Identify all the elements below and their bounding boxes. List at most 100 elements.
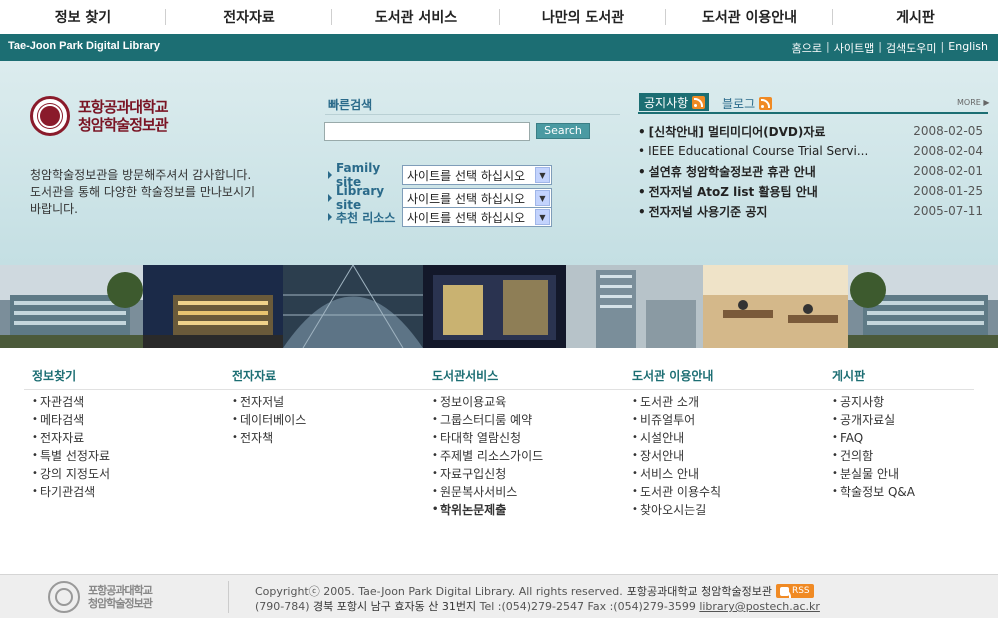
quick-search-input[interactable] [324,122,530,141]
util-sitemap-link[interactable]: 사이트맵 [834,40,874,56]
notice-title: 전자저널 사용기준 공지 [638,203,878,220]
campus-building-photo [848,265,998,348]
rss-icon [779,586,791,598]
sitemap-link[interactable]: 서비스 안내 [632,465,812,483]
email-link[interactable]: library@postech.ac.kr [699,600,820,613]
sitemap-link[interactable]: 원문복사서비스 [432,483,612,501]
postal-code: (790-784) [255,600,310,613]
rss-icon[interactable] [692,95,706,109]
sitemap-heading[interactable]: 정보찾기 [32,365,212,387]
notice-item[interactable]: 설연휴 청암학술정보관 휴관 안내 2008-02-01 [638,161,983,181]
nav-library-services[interactable]: 도서관 서비스 [332,0,500,34]
sitemap-column: 정보찾기자관검색메타검색전자자료특별 선정자료강의 지정도서타기관검색 [32,365,212,501]
sitemap-link[interactable]: 비쥬얼투어 [632,411,812,429]
sitemap-link[interactable]: 도서관 소개 [632,393,812,411]
util-home-link[interactable]: 홈으로 [792,40,822,56]
sitemap-column: 도서관 이용안내도서관 소개비쥬얼투어시설안내장서안내서비스 안내도서관 이용수… [632,365,812,519]
sitemap-link[interactable]: 도서관 이용수칙 [632,483,812,501]
notice-date: 2005-07-11 [913,204,983,218]
phone-fax: Tel :(054)279-2547 Fax :(054)279-3599 [479,600,696,613]
sitemap-column: 게시판공지사항공개자료실FAQ건의함분실물 안내학술정보 Q&A [832,365,998,501]
chevron-down-icon: ▼ [535,209,550,225]
sitemap-link[interactable]: 특별 선정자료 [32,447,212,465]
rss-badge[interactable]: RSS [775,584,814,598]
utility-links: 홈으로 | 사이트맵 | 검색도우미 | English [792,40,988,56]
nav-library-guide[interactable]: 도서관 이용안내 [666,0,833,34]
notice-item[interactable]: IEEE Educational Course Trial Servi... 20… [638,141,983,161]
sitemap-link[interactable]: 전자자료 [32,429,212,447]
notice-title: IEEE Educational Course Trial Servi... [638,144,878,158]
sitemap-link[interactable]: 학술정보 Q&A [832,483,998,501]
quick-search-title: 빠른검색 [328,98,373,112]
tower-building-photo [566,265,703,348]
brand-bar: Tae-Joon Park Digital Library 홈으로 | 사이트맵… [0,34,998,61]
sitemap-link[interactable]: 자료구입신청 [432,465,612,483]
notice-item[interactable]: [신착안내] 멀티미디어(DVD)자료 2008-02-05 [638,121,983,141]
nav-board[interactable]: 게시판 [833,0,998,34]
util-separator: | [940,40,945,53]
sitemap-link[interactable]: 메타검색 [32,411,212,429]
sitemap-link[interactable]: 공지사항 [832,393,998,411]
sitemap-heading[interactable]: 전자자료 [232,365,412,387]
sitemap-link[interactable]: 시설안내 [632,429,812,447]
notice-title: 설연휴 청암학술정보관 휴관 안내 [638,163,878,180]
chevron-down-icon: ▼ [535,190,550,206]
sitemap-link[interactable]: 강의 지정도서 [32,465,212,483]
sitemap-column: 전자자료전자저널데이터베이스전자책 [232,365,412,447]
select-value: 사이트를 선택 하십시오 [407,168,526,183]
sitemap-link[interactable]: 찾아오시는길 [632,501,812,519]
sitemap-link[interactable]: 타대학 열람신청 [432,429,612,447]
notice-item[interactable]: 전자저널 사용기준 공지 2005-07-11 [638,201,983,221]
search-button[interactable]: Search [536,123,590,139]
nav-e-resources[interactable]: 전자자료 [166,0,332,34]
sitemap-link[interactable]: 정보이용교육 [432,393,612,411]
library-logo[interactable]: 포항공과대학교 청암학술정보관 [30,94,190,138]
campus-photo-strip [0,265,998,348]
select-value: 사이트를 선택 하십시오 [407,210,526,225]
sitemap-link[interactable]: 주제별 리소스가이드 [432,447,612,465]
nav-my-library[interactable]: 나만의 도서관 [500,0,666,34]
sitemap-heading[interactable]: 도서관서비스 [432,365,612,387]
sitemap-link[interactable]: 타기관검색 [32,483,212,501]
util-search-help-link[interactable]: 검색도우미 [886,40,937,56]
sitemap-link[interactable]: 데이터베이스 [232,411,412,429]
copyright-org: 포항공과대학교 청암학술정보관 [626,585,772,598]
rss-icon[interactable] [759,96,773,110]
welcome-line: 청암학술정보관을 방문해주셔서 감사합니다. [30,168,252,182]
notice-date: 2008-02-04 [913,144,983,158]
more-link[interactable]: MORE ▶ [957,98,990,107]
sitemap-link[interactable]: 건의함 [832,447,998,465]
chevron-down-icon: ▼ [535,167,550,183]
hero-panel: 포항공과대학교 청암학술정보관 청암학술정보관을 방문해주셔서 감사합니다. 도… [0,61,998,265]
util-english-link[interactable]: English [948,40,988,56]
sitemap-link[interactable]: 전자책 [232,429,412,447]
footer: 포항공과대학교 청암학술정보관 Copyrightⓒ 2005. Tae-Joo… [0,574,998,618]
sitemap-link[interactable]: 학위논문제출 [432,501,612,519]
sitemap-link[interactable]: FAQ [832,429,998,447]
logo-university-name: 포항공과대학교 [78,98,169,116]
university-seal-icon [30,96,70,136]
notice-item[interactable]: 전자저널 AtoZ list 활용팁 안내 2008-01-25 [638,181,983,201]
logo-library-name: 청암학술정보관 [78,116,169,134]
arrow-right-icon [328,171,332,179]
sitemap-link[interactable]: 자관검색 [32,393,212,411]
sitemap-link[interactable]: 분실물 안내 [832,465,998,483]
notice-date: 2008-02-01 [913,164,983,178]
nav-info-search[interactable]: 정보 찾기 [0,0,166,34]
sitemap-link[interactable]: 장서안내 [632,447,812,465]
sitemap-link[interactable]: 전자저널 [232,393,412,411]
family-site-select[interactable]: 사이트를 선택 하십시오 ▼ [402,165,552,185]
sitemap-heading[interactable]: 도서관 이용안내 [632,365,812,387]
welcome-line: 바랍니다. [30,202,78,216]
night-building-photo [143,265,283,348]
recommended-resource-select[interactable]: 사이트를 선택 하십시오 ▼ [402,207,552,227]
sitemap-link[interactable]: 공개자료실 [832,411,998,429]
util-separator: | [878,40,882,53]
sitemap-link[interactable]: 그룹스터디룸 예약 [432,411,612,429]
sitemap-heading[interactable]: 게시판 [832,365,998,387]
tab-blog[interactable]: 블로그 [722,94,773,112]
site-brand-title: Tae-Joon Park Digital Library [8,40,161,52]
notice-title: 전자저널 AtoZ list 활용팁 안내 [638,183,878,200]
tab-notices[interactable]: 공지사항 [639,93,710,111]
library-site-select[interactable]: 사이트를 선택 하십시오 ▼ [402,188,552,208]
